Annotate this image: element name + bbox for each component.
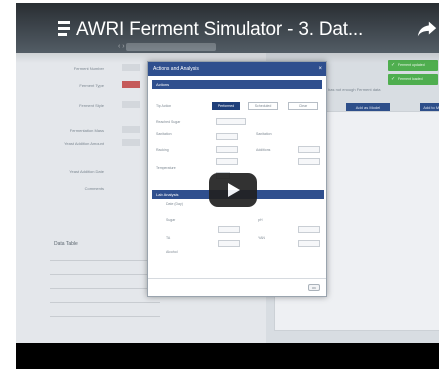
toast-notification: ✓ Ferment loaded [388, 74, 438, 85]
dialog-title: Actions and Analysis [153, 66, 199, 72]
field-label: Ferment Style [79, 103, 104, 108]
letterbox-bottom [16, 343, 439, 369]
share-icon[interactable] [416, 18, 438, 40]
action-label: Additions [256, 148, 271, 152]
ok-button[interactable]: OK [308, 284, 320, 291]
lab-label: YAN [258, 236, 265, 240]
action-label: Tip Action [156, 104, 172, 108]
scheduled-toggle[interactable]: Scheduled [248, 102, 278, 110]
clear-toggle[interactable]: Clear [288, 102, 318, 110]
field-label: Ferment Type [79, 83, 104, 88]
field-label: Comments [84, 186, 104, 191]
action-label: Racking [156, 148, 169, 152]
table-row[interactable] [50, 281, 160, 289]
date-stepper[interactable] [216, 118, 246, 125]
lab-input[interactable] [218, 226, 240, 233]
lab-input[interactable] [298, 240, 320, 247]
action-input[interactable] [216, 158, 238, 165]
field-label: Fermentation Mass [69, 128, 104, 133]
video-title[interactable]: AWRI Ferment Simulator - 3. Dat... [76, 19, 363, 41]
ferment-type-value [122, 81, 140, 88]
field-value [122, 64, 140, 71]
lab-label: TA [166, 236, 171, 240]
lab-label: pH [258, 218, 263, 222]
data-table-title: Data Table [54, 241, 78, 247]
field-label: Yeast Addition Date [69, 169, 104, 174]
action-input[interactable] [216, 133, 238, 140]
action-input[interactable] [216, 146, 238, 153]
performed-toggle[interactable]: Performed [212, 102, 240, 110]
actions-section-header: Actions [152, 80, 322, 89]
table-row[interactable] [50, 309, 160, 317]
data-table-header [50, 253, 160, 261]
table-row[interactable] [50, 267, 160, 275]
action-label: Temperature [156, 166, 176, 170]
close-icon[interactable]: × [318, 62, 322, 76]
lab-label: Sugar [166, 218, 176, 222]
field-value [122, 139, 140, 146]
field-value [122, 126, 140, 133]
lab-label: Date (Day) [166, 202, 183, 206]
action-label: Reached Sugar [156, 120, 181, 124]
video-player[interactable]: ‹ › Ferment Number Ferment Type Ferment … [16, 3, 439, 369]
action-input[interactable] [298, 146, 320, 153]
field-label: Yeast Addition Amount [64, 141, 104, 146]
action-input[interactable] [298, 158, 320, 165]
check-icon: ✓ [391, 76, 396, 82]
table-row[interactable] [50, 295, 160, 303]
action-label: Sanitation [256, 132, 272, 136]
dialog-header: Actions and Analysis × [148, 62, 326, 76]
dialog-footer: OK [148, 278, 326, 296]
field-label: Ferment Number [73, 66, 104, 71]
lab-label: Alcohol [166, 250, 178, 254]
action-label: Sanitation [156, 132, 172, 136]
lab-input[interactable] [218, 240, 240, 247]
field-value [122, 101, 140, 108]
play-icon [228, 183, 240, 197]
play-button[interactable] [209, 173, 257, 207]
lab-input[interactable] [298, 226, 320, 233]
